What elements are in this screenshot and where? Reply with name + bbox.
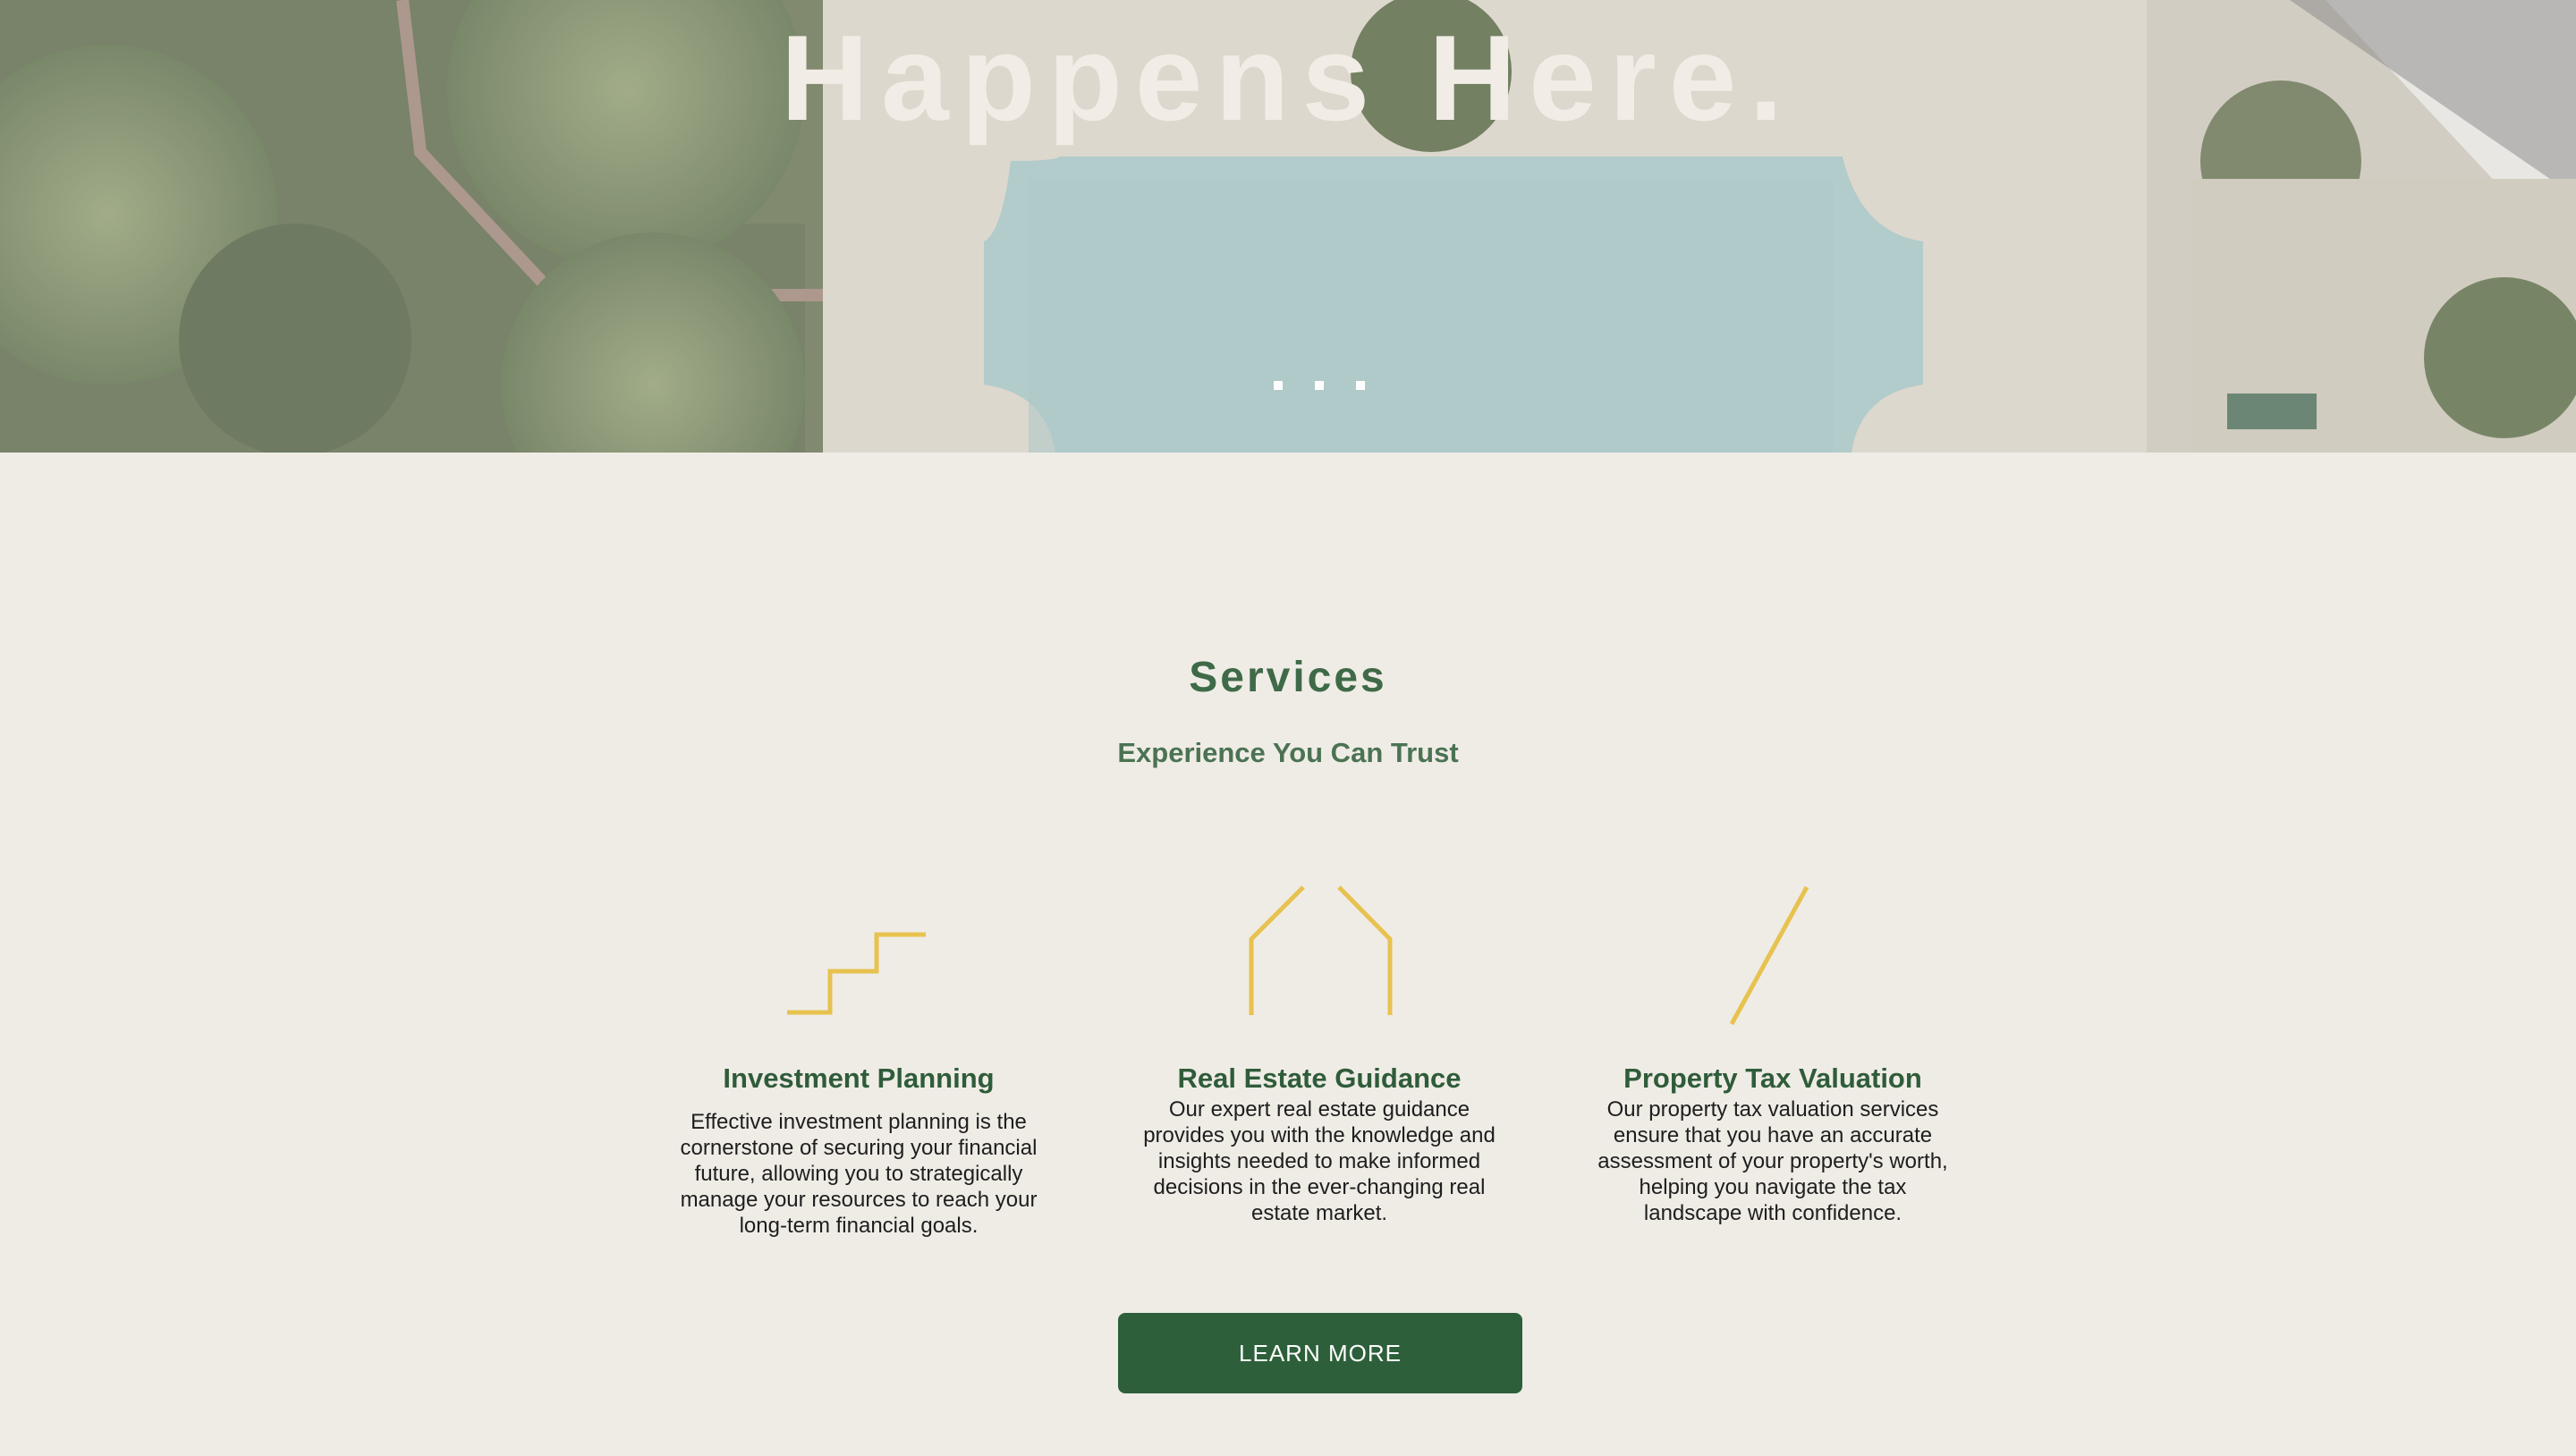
service-description: Our property tax valuation services ensu… [1597, 1097, 1948, 1225]
slider-dot-2[interactable] [1315, 381, 1324, 390]
service-description: Effective investment planning is the cor… [680, 1110, 1038, 1238]
hero-banner: Happens Here. [0, 0, 2576, 453]
learn-more-button[interactable]: LEARN MORE [1118, 1313, 1522, 1393]
house-outline-icon [1131, 876, 1507, 1029]
slider-dots [1274, 381, 1365, 390]
service-title: Investment Planning [723, 1062, 995, 1094]
service-card-property-tax: Property Tax Valuation Our property tax … [1585, 876, 1961, 1225]
service-card-real-estate: Real Estate Guidance Our expert real est… [1131, 876, 1507, 1225]
service-card-investment: Investment Planning Effective investment… [671, 876, 1046, 1238]
service-title: Real Estate Guidance [1177, 1062, 1462, 1094]
slider-dot-3[interactable] [1356, 381, 1365, 390]
service-title: Property Tax Valuation [1623, 1062, 1922, 1094]
services-subtitle: Experience You Can Trust [1117, 737, 1459, 768]
slider-dot-1[interactable] [1274, 381, 1283, 390]
services-title: Services [1189, 654, 1387, 701]
service-description: Our expert real estate guidance provides… [1143, 1097, 1496, 1225]
slash-icon [1585, 876, 1961, 1029]
stairs-icon [671, 876, 1046, 1029]
hero-title: Happens Here. [780, 10, 1796, 146]
